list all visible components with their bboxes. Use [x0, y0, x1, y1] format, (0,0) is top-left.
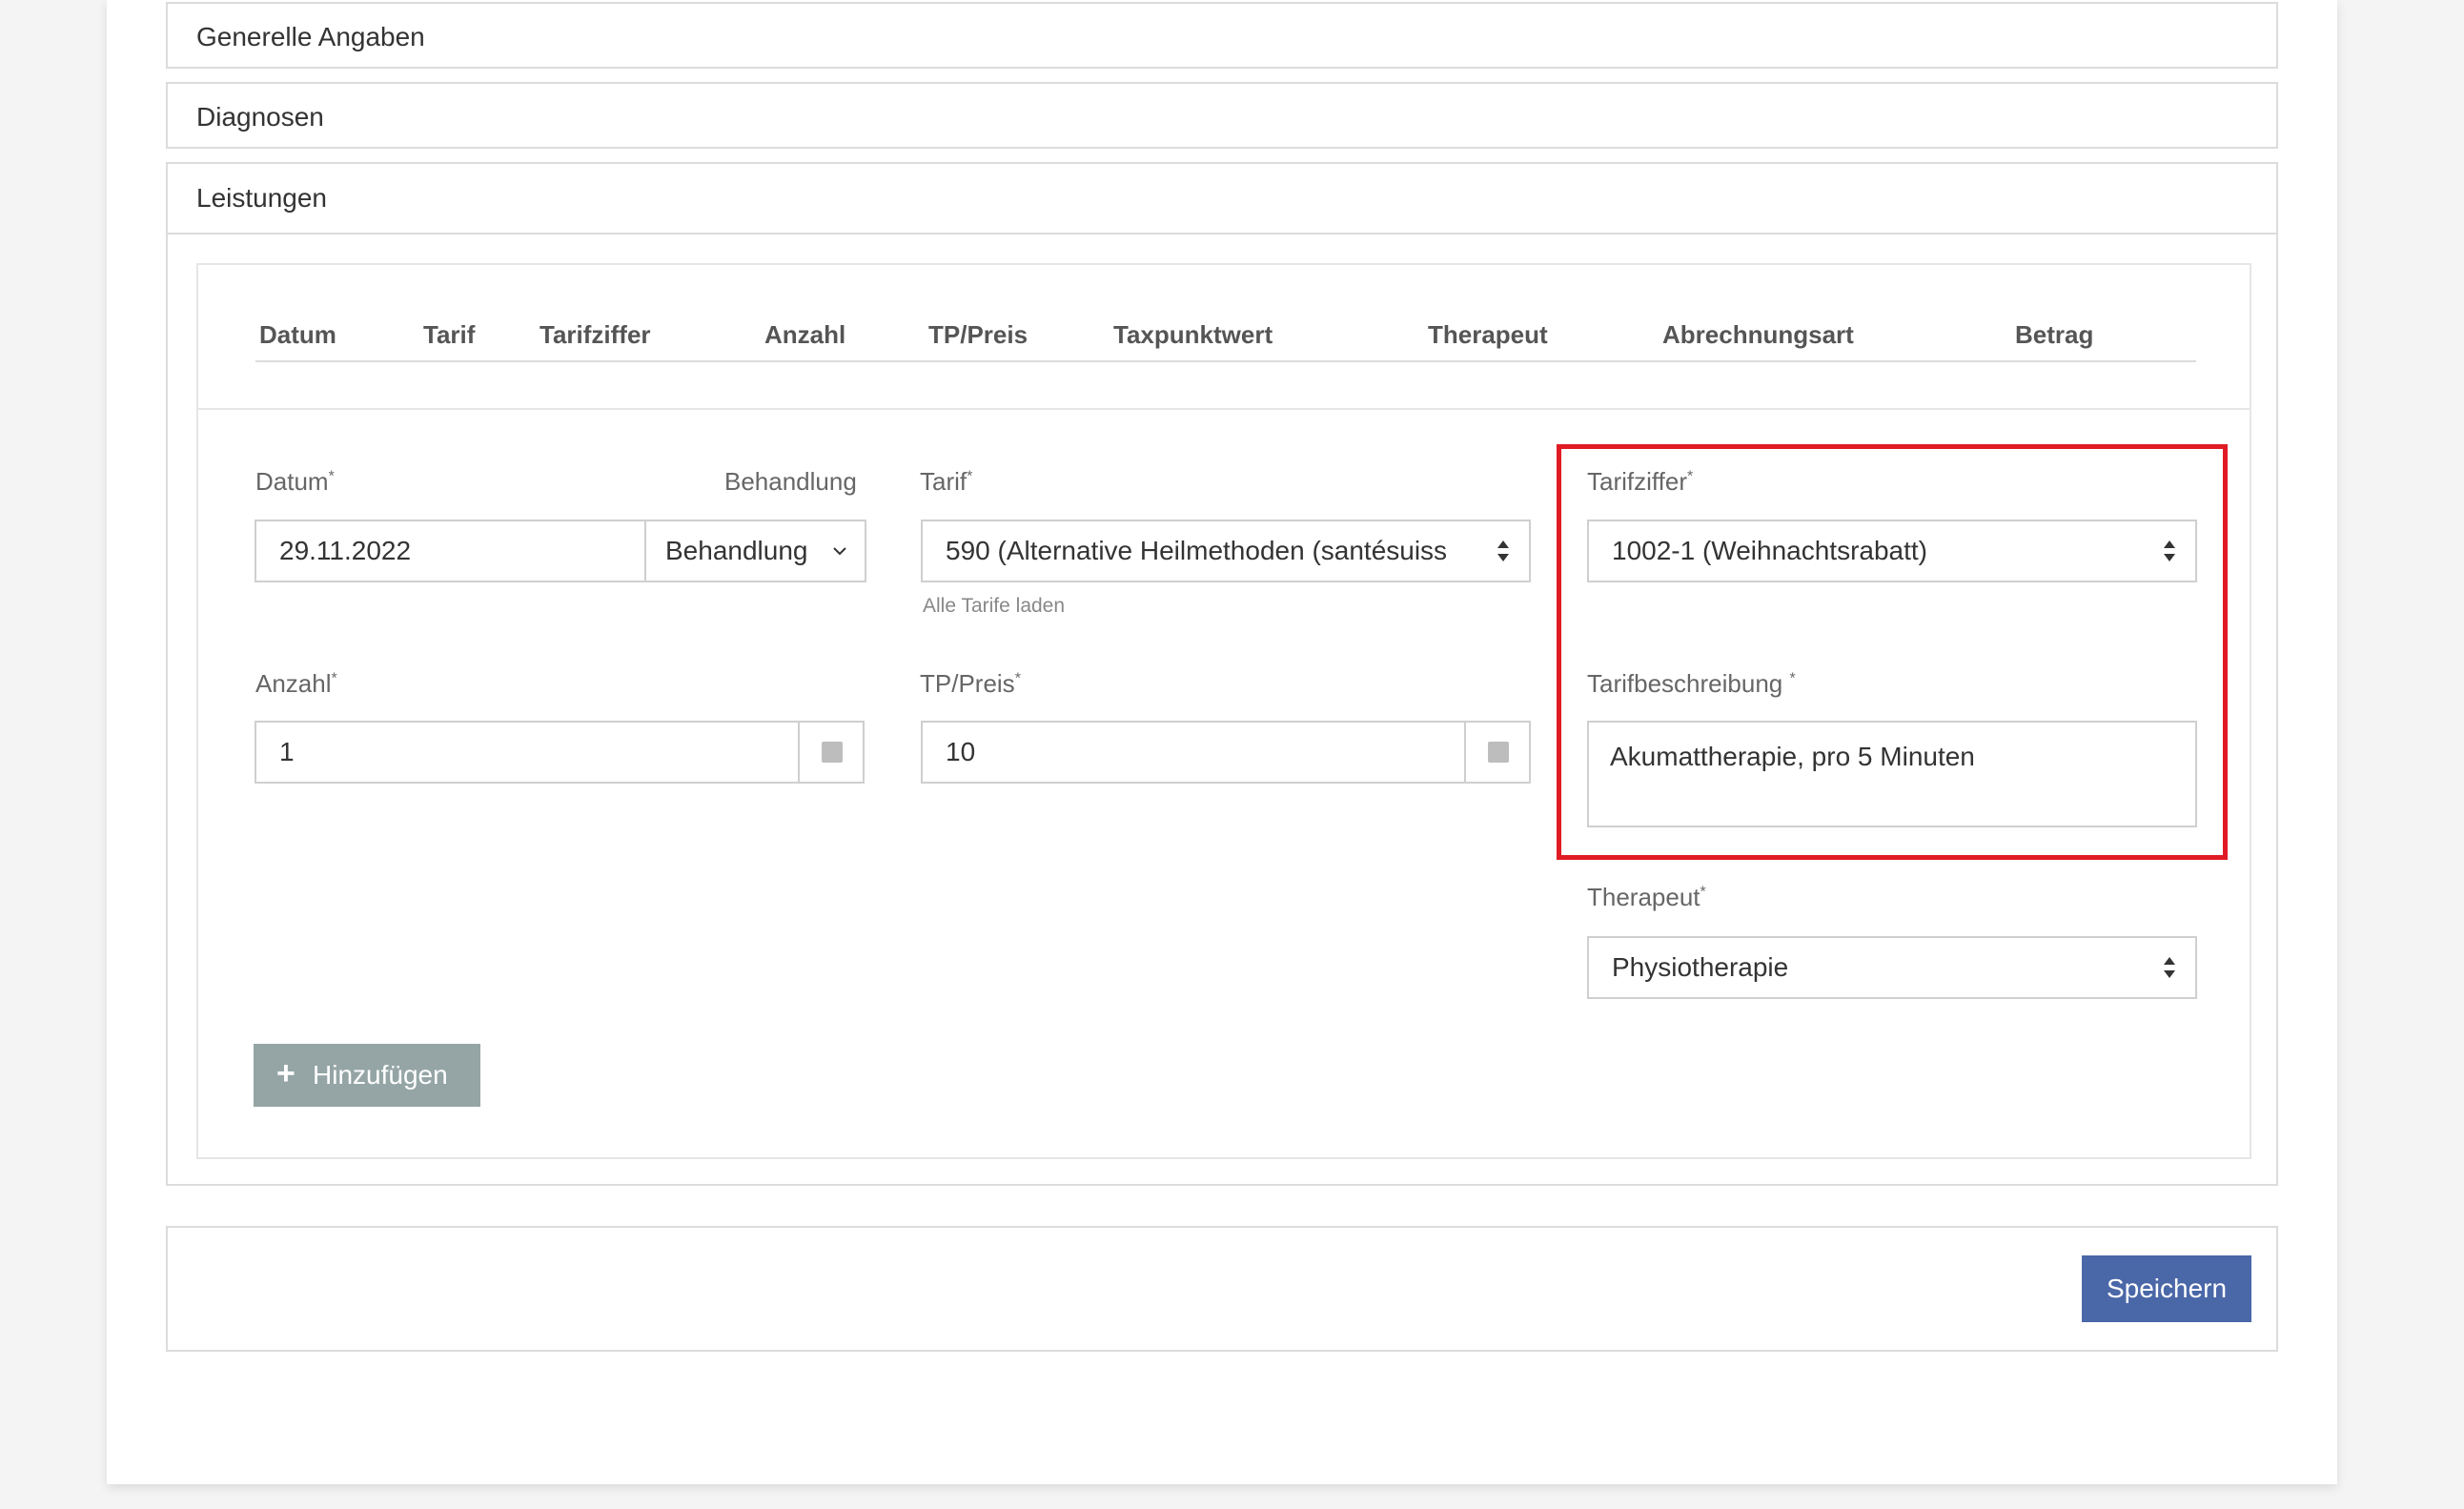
tp-preis-input[interactable]: 10 [946, 723, 975, 782]
section-leistungen-header[interactable]: Leistungen [168, 164, 2276, 235]
highlight-box [1557, 444, 2228, 860]
datum-input[interactable]: 29.11.2022 [279, 521, 411, 581]
therapeut-select[interactable]: Physiotherapie [1587, 936, 2197, 999]
behandlung-dropdown[interactable]: Behandlung [644, 521, 866, 581]
column-header-tarif: Tarif [423, 320, 476, 349]
divider [198, 408, 2250, 410]
form-footer [166, 1226, 2278, 1352]
save-button[interactable]: Speichern [2082, 1255, 2251, 1322]
chevron-down-icon [833, 547, 846, 556]
column-header-therapeut: Therapeut [1428, 320, 1548, 349]
column-header-datum: Datum [259, 320, 336, 349]
anzahl-input[interactable]: 1 [279, 723, 295, 782]
tarif-label: Tarif* [920, 467, 973, 496]
column-header-taxpunktwert: Taxpunktwert [1113, 320, 1273, 349]
sort-arrows-icon [1497, 540, 1509, 561]
square-icon [822, 742, 843, 763]
behandlung-label: Behandlung [724, 467, 857, 496]
therapeut-label: Therapeut* [1587, 883, 1706, 911]
add-button[interactable]: + Hinzufügen [254, 1044, 480, 1107]
section-diagnosen[interactable]: Diagnosen [166, 82, 2278, 149]
section-title: Generelle Angaben [196, 22, 425, 51]
square-icon [1488, 742, 1509, 763]
tarif-select[interactable]: 590 (Alternative Heilmethoden (santésuis… [921, 520, 1531, 582]
tp-preis-input-group: 10 [921, 721, 1531, 784]
column-header-betrag: Betrag [2015, 320, 2094, 349]
anzahl-input-group: 1 [255, 721, 865, 784]
column-header-abrechnungsart: Abrechnungsart [1662, 320, 1854, 349]
sort-arrows-icon [2164, 957, 2175, 978]
tp-preis-addon-button[interactable] [1464, 723, 1531, 782]
section-title: Leistungen [196, 183, 328, 213]
tarif-select-value: 590 (Alternative Heilmethoden (santésuis… [946, 536, 1448, 565]
tp-preis-label: TP/Preis* [920, 669, 1021, 698]
datum-label: Datum* [255, 467, 335, 496]
section-generelle-angaben[interactable]: Generelle Angaben [166, 2, 2278, 69]
datum-input-group: 29.11.2022 Behandlung [255, 520, 866, 582]
behandlung-dropdown-label: Behandlung [665, 536, 808, 565]
column-header-anzahl: Anzahl [764, 320, 846, 349]
therapeut-select-value: Physiotherapie [1612, 952, 1789, 982]
anzahl-label: Anzahl* [255, 669, 337, 698]
leistungen-table-header: Datum Tarif Tarifziffer Anzahl TP/Preis … [255, 303, 2196, 362]
anzahl-addon-button[interactable] [798, 723, 865, 782]
section-title: Diagnosen [196, 102, 324, 132]
alle-tarife-laden-link[interactable]: Alle Tarife laden [923, 595, 1065, 618]
column-header-tarifziffer: Tarifziffer [540, 320, 651, 349]
add-button-label: Hinzufügen [313, 1060, 448, 1090]
plus-icon: + [276, 1055, 295, 1091]
column-header-tp-preis: TP/Preis [928, 320, 1028, 349]
